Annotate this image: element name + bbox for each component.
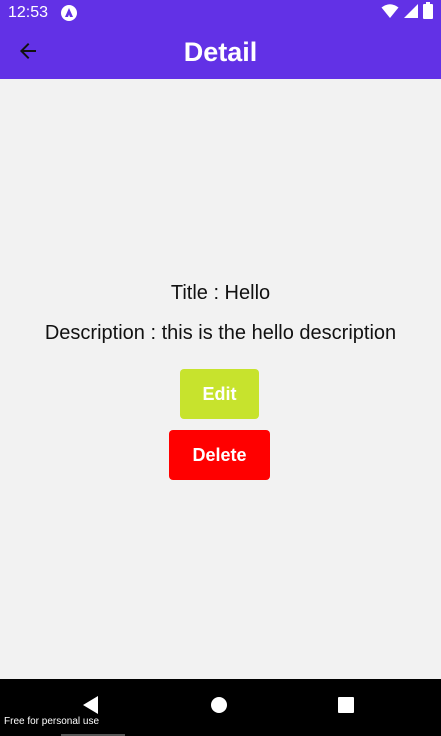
back-button[interactable] — [12, 38, 44, 68]
app-bar: Detail — [0, 26, 441, 79]
status-bar: 12:53 — [0, 0, 441, 26]
nav-recents-button[interactable] — [333, 695, 359, 719]
recents-square-icon — [337, 696, 355, 719]
wifi-icon — [381, 3, 399, 24]
signal-icon — [403, 3, 419, 24]
status-time: 12:53 — [8, 4, 49, 21]
delete-button[interactable]: Delete — [169, 430, 270, 480]
watermark-text: Free for personal use — [4, 716, 100, 727]
nav-home-button[interactable] — [206, 695, 232, 719]
item-title-text: Title : Hello — [170, 282, 271, 304]
item-description-text: Description : this is the hello descript… — [44, 322, 397, 344]
app-notification-icon — [60, 4, 78, 22]
edit-button[interactable]: Edit — [180, 369, 259, 419]
arrow-left-icon — [16, 39, 40, 68]
page-title: Detail — [183, 37, 258, 67]
battery-icon — [423, 2, 433, 24]
status-icons — [381, 2, 433, 24]
home-circle-icon — [210, 696, 228, 719]
detail-content: Title : Hello Description : this is the … — [0, 79, 441, 679]
